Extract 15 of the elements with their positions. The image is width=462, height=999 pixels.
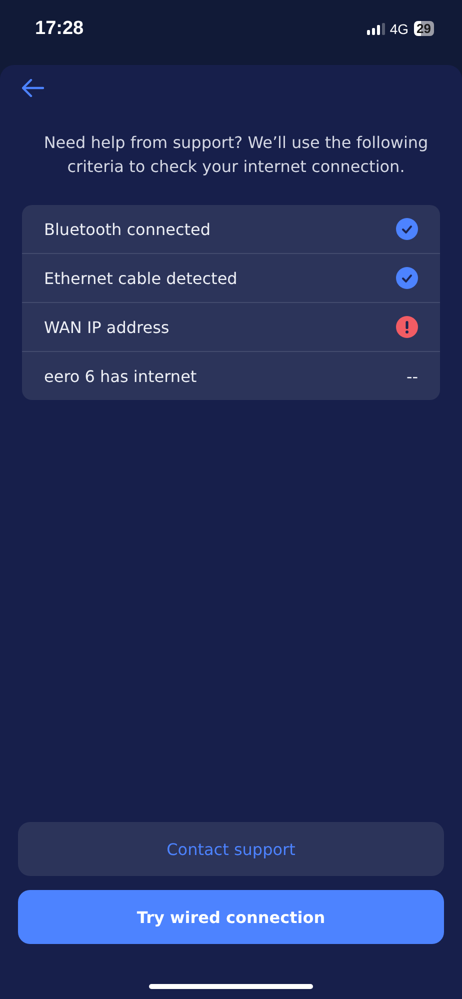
check-value: -- [406, 366, 418, 386]
check-icon [396, 267, 418, 289]
clock-time: 17:28 [35, 18, 84, 40]
secondary-button[interactable]: Contact support [18, 822, 444, 876]
alert-icon [396, 316, 418, 338]
check-label: WAN IP address [44, 318, 170, 336]
check-icon [396, 218, 418, 240]
network-type: 4G [390, 20, 409, 36]
back-arrow-icon[interactable] [22, 79, 44, 97]
check-label: Ethernet cable detected [44, 268, 238, 288]
signal-icon [366, 22, 385, 34]
primary-button[interactable]: Try wired connection [18, 890, 444, 944]
check-label: Bluetooth connected [44, 220, 211, 238]
intro-text: Need help from support? We’ll use the following criteria to check your internet connection. [42, 132, 430, 178]
check-label: eero 6 has internet [44, 366, 197, 386]
